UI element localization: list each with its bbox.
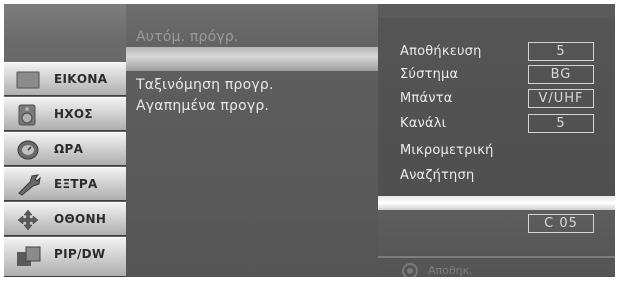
store-button-label[interactable]: Αποθηκ.: [428, 264, 473, 277]
main-menu-sidebar: ΕΙΚΟΝΑ ΗΧΟΣ ΩΡΑ ΕΞΤΡΑ ΟΘΟΝΗ PIP/DW: [4, 4, 126, 277]
store-button-icon: [402, 263, 418, 277]
setting-label-storage: Αποθήκευση: [400, 44, 482, 59]
clock-icon: [16, 139, 42, 161]
sidebar-item-pip[interactable]: PIP/DW: [4, 237, 126, 277]
sidebar-item-label: ΩΡΑ: [54, 142, 84, 156]
channel-value-field[interactable]: 5: [528, 114, 594, 133]
system-value-field[interactable]: BG: [528, 65, 594, 84]
move-arrows-icon: [16, 209, 42, 231]
setting-label-fine-tune[interactable]: Μικρομετρική: [400, 143, 494, 158]
band-value-field[interactable]: V/UHF: [528, 89, 594, 108]
wrench-icon: [16, 174, 42, 196]
speaker-icon: [16, 104, 42, 126]
sidebar-item-screen[interactable]: ΟΘΟΝΗ: [4, 202, 126, 236]
sidebar-item-label: PIP/DW: [54, 247, 106, 261]
sidebar-item-extra[interactable]: ΕΞΤΡΑ: [4, 167, 126, 201]
sidebar-item-sound[interactable]: ΗΧΟΣ: [4, 97, 126, 131]
picture-icon: [16, 69, 42, 91]
pip-icon: [16, 244, 42, 266]
sidebar-item-time[interactable]: ΩΡΑ: [4, 132, 126, 166]
tv-menu-screen: ΕΙΚΟΝΑ ΗΧΟΣ ΩΡΑ ΕΞΤΡΑ ΟΘΟΝΗ PIP/DW Αυτόμ…: [4, 4, 615, 277]
setting-label-system: Σύστημα: [400, 67, 459, 82]
setting-label-band: Μπάντα: [400, 91, 453, 106]
submenu-item-sort-program[interactable]: Ταξινόμηση προγρ.: [136, 77, 274, 93]
sidebar-item-label: ΟΘΟΝΗ: [54, 212, 107, 226]
channel-submenu: Αυτόμ. πρόγρ. Ταξινόμηση προγρ. Αγαπημέν…: [126, 4, 378, 277]
submenu-item-favorite-program[interactable]: Αγαπημένα προγρ.: [136, 98, 269, 114]
storage-value-field[interactable]: 5: [528, 42, 594, 61]
settings-highlight-bar[interactable]: [378, 196, 615, 210]
submenu-item-auto-program[interactable]: Αυτόμ. πρόγρ.: [136, 29, 239, 45]
sidebar-item-picture[interactable]: ΕΙΚΟΝΑ: [4, 62, 126, 96]
sidebar-item-label: ΕΞΤΡΑ: [54, 177, 98, 191]
channel-readout-field: C 05: [528, 214, 594, 233]
divider: [378, 256, 615, 258]
manual-program-panel: Αποθήκευση 5 Σύστημα BG Μπάντα V/UHF Καν…: [378, 4, 615, 277]
setting-label-search[interactable]: Αναζήτηση: [400, 168, 474, 183]
setting-label-channel: Κανάλι: [400, 116, 447, 131]
submenu-highlight-bar[interactable]: [126, 47, 378, 71]
sidebar-item-label: ΗΧΟΣ: [54, 107, 93, 121]
sidebar-item-label: ΕΙΚΟΝΑ: [54, 72, 108, 86]
